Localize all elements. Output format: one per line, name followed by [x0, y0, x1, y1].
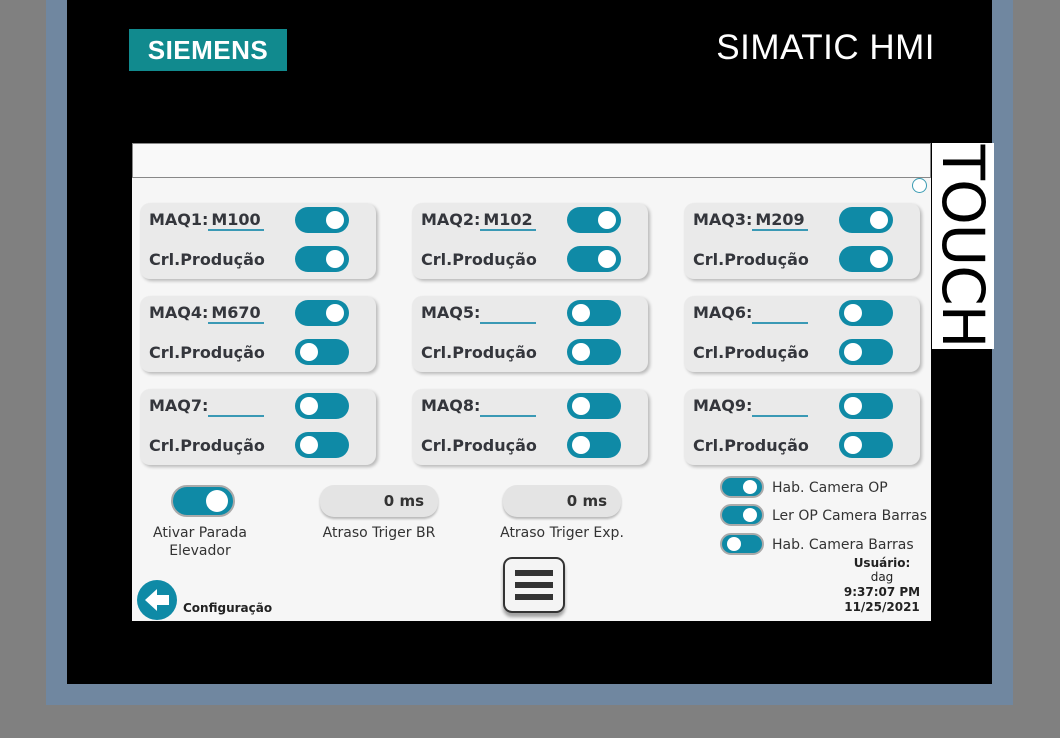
production-control-toggle[interactable]: [567, 339, 621, 365]
production-label: Crl.Produção: [149, 343, 265, 362]
machine-enable-toggle[interactable]: [295, 207, 349, 233]
machine-id-input[interactable]: [208, 396, 264, 417]
read-op-barcode-label: Ler OP Camera Barras: [772, 508, 927, 524]
barcode-camera-toggle[interactable]: [720, 533, 764, 555]
back-label: Configuração: [183, 601, 273, 615]
production-label: Crl.Produção: [421, 250, 537, 269]
machine-id-input[interactable]: M102: [480, 210, 536, 231]
camera-op-label: Hab. Camera OP: [772, 480, 888, 496]
screen-title-bar: [132, 143, 931, 178]
production-control-toggle[interactable]: [567, 432, 621, 458]
production-label: Crl.Produção: [149, 436, 265, 455]
touch-label: TOUCH: [929, 144, 997, 348]
machine-label: MAQ2:: [421, 210, 481, 229]
machine-card: MAQ8: Crl.Produção: [412, 389, 648, 465]
machine-id-input[interactable]: M100: [208, 210, 264, 231]
machine-card: MAQ4: M670 Crl.Produção: [140, 296, 376, 372]
machine-label: MAQ5:: [421, 303, 481, 322]
production-control-toggle[interactable]: [295, 246, 349, 272]
hmi-screen: MAQ1: M100 Crl.Produção MAQ2: M102 Crl.Produç…: [132, 143, 931, 621]
status-indicator-icon: [912, 178, 927, 193]
clock-time: 9:37:07 PM: [843, 585, 921, 599]
hamburger-menu-icon[interactable]: [503, 557, 565, 613]
product-name: SIMATIC HMI: [716, 28, 935, 67]
clock-date: 11/25/2021: [844, 600, 920, 614]
machine-label: MAQ4:: [149, 303, 209, 322]
machine-card: MAQ3: M209 Crl.Produção: [684, 203, 920, 279]
machine-id-input[interactable]: [480, 303, 536, 324]
machine-label: MAQ3:: [693, 210, 753, 229]
production-label: Crl.Produção: [693, 343, 809, 362]
machine-enable-toggle[interactable]: [839, 393, 893, 419]
machine-enable-toggle[interactable]: [567, 300, 621, 326]
production-label: Crl.Produção: [149, 250, 265, 269]
delay-exp-input[interactable]: 0 ms: [503, 485, 621, 517]
machine-label: MAQ9:: [693, 396, 753, 415]
delay-br-label: Atraso Triger BR: [322, 525, 436, 541]
elevator-stop-toggle[interactable]: [171, 485, 235, 517]
camera-op-toggle[interactable]: [720, 476, 764, 498]
machine-enable-toggle[interactable]: [567, 207, 621, 233]
delay-exp-label: Atraso Triger Exp.: [500, 525, 624, 541]
user-name: dag: [870, 570, 894, 584]
siemens-logo: SIEMENS: [129, 29, 287, 71]
machine-id-input[interactable]: [752, 396, 808, 417]
production-control-toggle[interactable]: [839, 246, 893, 272]
machine-enable-toggle[interactable]: [839, 300, 893, 326]
machine-enable-toggle[interactable]: [295, 393, 349, 419]
machine-label: MAQ7:: [149, 396, 209, 415]
machine-id-input[interactable]: M670: [208, 303, 264, 324]
machine-label: MAQ6:: [693, 303, 753, 322]
machine-card: MAQ1: M100 Crl.Produção: [140, 203, 376, 279]
barcode-camera-label: Hab. Camera Barras: [772, 537, 914, 553]
machine-card: MAQ7: Crl.Produção: [140, 389, 376, 465]
user-label: Usuário:: [853, 556, 911, 570]
machine-enable-toggle[interactable]: [839, 207, 893, 233]
production-label: Crl.Produção: [693, 436, 809, 455]
production-control-toggle[interactable]: [567, 246, 621, 272]
machine-card: MAQ2: M102 Crl.Produção: [412, 203, 648, 279]
delay-br-input[interactable]: 0 ms: [320, 485, 438, 517]
machine-id-input[interactable]: [752, 303, 808, 324]
production-control-toggle[interactable]: [295, 432, 349, 458]
read-op-barcode-toggle[interactable]: [720, 504, 764, 526]
machine-enable-toggle[interactable]: [567, 393, 621, 419]
machine-id-input[interactable]: M209: [752, 210, 808, 231]
production-control-toggle[interactable]: [839, 432, 893, 458]
machine-card: MAQ5: Crl.Produção: [412, 296, 648, 372]
machine-label: MAQ1:: [149, 210, 209, 229]
production-label: Crl.Produção: [693, 250, 809, 269]
production-control-toggle[interactable]: [839, 339, 893, 365]
machine-card: MAQ9: Crl.Produção: [684, 389, 920, 465]
back-button[interactable]: [137, 580, 177, 620]
machine-id-input[interactable]: [480, 396, 536, 417]
machine-card: MAQ6: Crl.Produção: [684, 296, 920, 372]
production-label: Crl.Produção: [421, 343, 537, 362]
elevator-stop-label: Ativar Parada Elevador: [153, 525, 247, 559]
production-label: Crl.Produção: [421, 436, 537, 455]
arrow-left-icon: [145, 589, 169, 611]
production-control-toggle[interactable]: [295, 339, 349, 365]
machine-label: MAQ8:: [421, 396, 481, 415]
machine-enable-toggle[interactable]: [295, 300, 349, 326]
